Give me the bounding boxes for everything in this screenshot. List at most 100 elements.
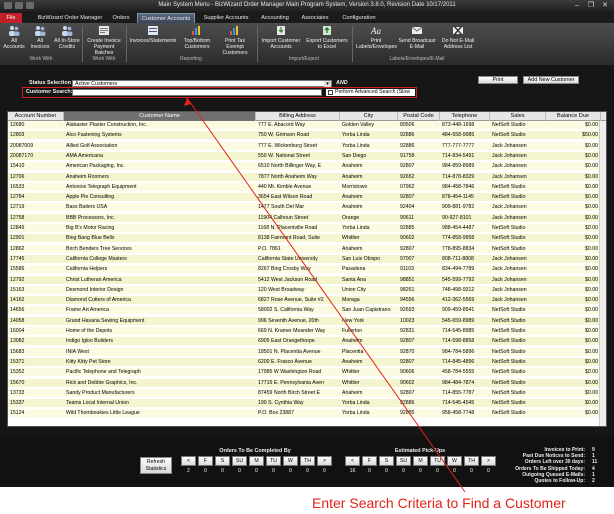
cell-city: Fullerton [342, 328, 363, 334]
table-row[interactable]: 12849 Big B's Motor Racing 1168 N. Placent… [8, 224, 606, 232]
create-invoice-payment-batches-button[interactable]: Create Invoice Payment Batches [84, 25, 124, 56]
table-row[interactable]: 20087009 Allied Golf Association 777 E. Wi… [8, 141, 606, 150]
orders-day-0[interactable]: < [181, 456, 196, 466]
column-account-number[interactable]: Account Number [8, 112, 64, 121]
print-tax-exempt-customers-button[interactable]: Print Tax Exempt Customers [216, 25, 254, 56]
table-row[interactable]: 17745 California College Masters Californi… [8, 254, 606, 263]
column-sales[interactable]: Sales [490, 112, 546, 121]
print-labels-envelopes-button[interactable]: Aa Print Labels/Envelopes [356, 25, 397, 50]
pickups-day-4[interactable]: M [413, 456, 428, 466]
column-balance-due[interactable]: Balance Due [546, 112, 601, 121]
close-button[interactable]: ✕ [598, 1, 612, 10]
tab-supplier-accounts[interactable]: Supplier Accounts [198, 13, 254, 23]
tab-file[interactable]: File [0, 13, 22, 23]
print-button[interactable]: Print [478, 76, 518, 84]
top-bottom-customers-button[interactable]: Top/Bottom Customers [180, 25, 214, 50]
status-selection-dropdown[interactable]: Active Customers ▾ [72, 80, 332, 87]
table-row[interactable]: 15371 Kitty Kitty Pet Store 6200 E. Frasco… [8, 357, 606, 366]
table-row[interactable]: 16533 Antonios Telegraph Equipment 440 Mt.… [8, 182, 606, 191]
cell-sales: NetSoft Studio [492, 358, 526, 365]
table-row[interactable]: 14162 Diamond Cutters of America 6827 Rose… [8, 296, 606, 305]
column-city[interactable]: City [340, 112, 398, 121]
table-row[interactable]: 15352 Pacific Telephone and Telegraph 1798… [8, 368, 606, 377]
tab-orders[interactable]: Orders [108, 13, 134, 23]
stat-label: Outgoing Queued E-Mails: [522, 471, 585, 478]
orders-count-0: 2 [187, 468, 190, 474]
customer-search-input[interactable] [72, 89, 322, 96]
table-row[interactable]: 12680 Alabaster Plaster Construction, Inc… [8, 121, 606, 129]
table-row[interactable]: 12719 Bass Baiters USA 1477 South Del Mar A… [8, 203, 606, 212]
table-row[interactable]: 15670 Rick and Debbie Graphics, Inc. 17715… [8, 378, 606, 387]
invoices-statements-button[interactable]: Invoices/Statements [128, 25, 178, 44]
table-row[interactable]: 12784 Apple Pie Consulting 3654 East Wilso… [8, 193, 606, 202]
orders-day-7[interactable]: TH [300, 456, 315, 466]
table-row[interactable]: 12792 Christ Lutheran America 5412 West Ja… [8, 275, 606, 284]
pickups-day-1[interactable]: F [362, 456, 377, 466]
table-row[interactable]: 15683 INIA West 18501 N. Placentia Avenue P… [8, 347, 606, 356]
pickups-day-5[interactable]: TU [430, 456, 445, 466]
do-not-email-address-list-button[interactable]: Do Not E-Mail Address List [438, 25, 478, 50]
all-accounts-button[interactable]: All Accounts [2, 25, 26, 50]
all-in-store-credits-button[interactable]: All In-Store Credits [54, 25, 80, 50]
table-row[interactable]: 14058 Grand Havana Sewing Equipment 996 Se… [8, 316, 606, 325]
advanced-search-checkbox[interactable]: Perform Advanced Search (Slow [326, 89, 415, 96]
customer-search-label: Customer Search: [26, 89, 73, 95]
column-billing-address[interactable]: Billing Address [256, 112, 340, 121]
tab-bizwizard-order-manager[interactable]: BizWizard Order Manager [34, 13, 106, 23]
table-row[interactable]: 12862 Birch Benders Tree Services P.O. 786… [8, 244, 606, 253]
cell-sales: NetSoft Studio [492, 132, 526, 139]
add-new-customer-button[interactable]: Add New Customer [523, 76, 579, 84]
cell-postal-code: 91758 [400, 152, 415, 159]
tab-configuration[interactable]: Configuration [337, 13, 381, 23]
table-row[interactable]: 14656 Frame Art America 58002 S. Californi… [8, 306, 606, 315]
pickups-day-7[interactable]: TH [464, 456, 479, 466]
refresh-statistics-button[interactable]: Refresh Statistics [140, 457, 172, 474]
cell-postal-code: 92807 [400, 163, 415, 170]
pickups-day-6[interactable]: W [447, 456, 462, 466]
table-row[interactable]: 12758 BBB Processors, Inc. 11904 Calhoun S… [8, 213, 606, 222]
import-customer-accounts-button[interactable]: Import Customer Accounts [259, 25, 303, 50]
cell-telephone: 834-494-7789 [442, 266, 475, 273]
table-row[interactable]: 20087170 AMA Americana 550 W. National Str… [8, 151, 606, 160]
orders-day-5[interactable]: TU [266, 456, 281, 466]
pickups-day-2[interactable]: S [379, 456, 394, 466]
minimize-button[interactable]: – [570, 1, 584, 10]
cell-postal-code: 92885 [400, 225, 415, 231]
window-title: Main System Menu - BizWizard Order Manag… [158, 2, 456, 8]
pickups-day-8[interactable]: > [481, 456, 496, 466]
table-row[interactable]: 15124 Wild Thomboukies Little League P.O. … [8, 409, 606, 418]
send-broadcast-email-button[interactable]: Send Broadcast E-Mail [398, 25, 436, 50]
maximize-button[interactable]: ❐ [584, 1, 598, 10]
table-row[interactable]: 12901 Bing Bang Blue Bells 8138 Fairmont R… [8, 234, 606, 243]
cell-city: Moraga [342, 297, 360, 304]
tab-associates[interactable]: Associates [298, 13, 332, 23]
column-telephone[interactable]: Telephone [440, 112, 490, 121]
table-row[interactable]: 15410 American Packaging, Inc. 6510 North … [8, 162, 606, 171]
table-row[interactable]: 12803 Alco Fastening Systems 750 W. Grimso… [8, 131, 606, 140]
table-row[interactable]: 13733 Sandy Product Manufacturers 87459 No… [8, 388, 606, 397]
table-row[interactable]: 15337 Teams Local Internal Union 190 S. Cy… [8, 399, 606, 408]
column-customer-name[interactable]: Customer Name [64, 112, 256, 121]
cell-balance-due: $0.00 [585, 194, 598, 201]
column-postal-code[interactable]: Postal Code [398, 112, 440, 121]
export-customers-to-excel-button[interactable]: Export Customers to Excel [305, 25, 349, 50]
pickups-day-3[interactable]: SU [396, 456, 411, 466]
orders-day-1[interactable]: F [198, 456, 213, 466]
tab-customer-accounts[interactable]: Customer Accounts [137, 13, 195, 23]
cell-customer-name: Grand Havana Sewing Equipment [66, 317, 145, 324]
orders-day-3[interactable]: SU [232, 456, 247, 466]
table-row[interactable]: 15586 California Helpers 8267 Bing Crosby … [8, 265, 606, 274]
orders-day-2[interactable]: S [215, 456, 230, 466]
table-row[interactable]: 12706 Anaheim Roomers 7877 North Anaheim W… [8, 172, 606, 181]
vertical-scrollbar[interactable] [599, 121, 606, 426]
table-row[interactable]: 16004 Home of the Depots 669 N. Kramer Mea… [8, 327, 606, 335]
all-invoices-button[interactable]: All Invoices [28, 25, 52, 50]
checkbox-icon[interactable] [328, 90, 333, 95]
table-row[interactable]: 15163 Desmond Interior Design 120 West Bro… [8, 285, 606, 294]
orders-day-4[interactable]: M [249, 456, 264, 466]
tab-accounting[interactable]: Accounting [257, 13, 293, 23]
orders-day-6[interactable]: W [283, 456, 298, 466]
orders-day-8[interactable]: > [317, 456, 332, 466]
pickups-day-0[interactable]: < [345, 456, 360, 466]
table-row[interactable]: 13082 Indigo Igloo Builders 6905 East Oran… [8, 337, 606, 346]
